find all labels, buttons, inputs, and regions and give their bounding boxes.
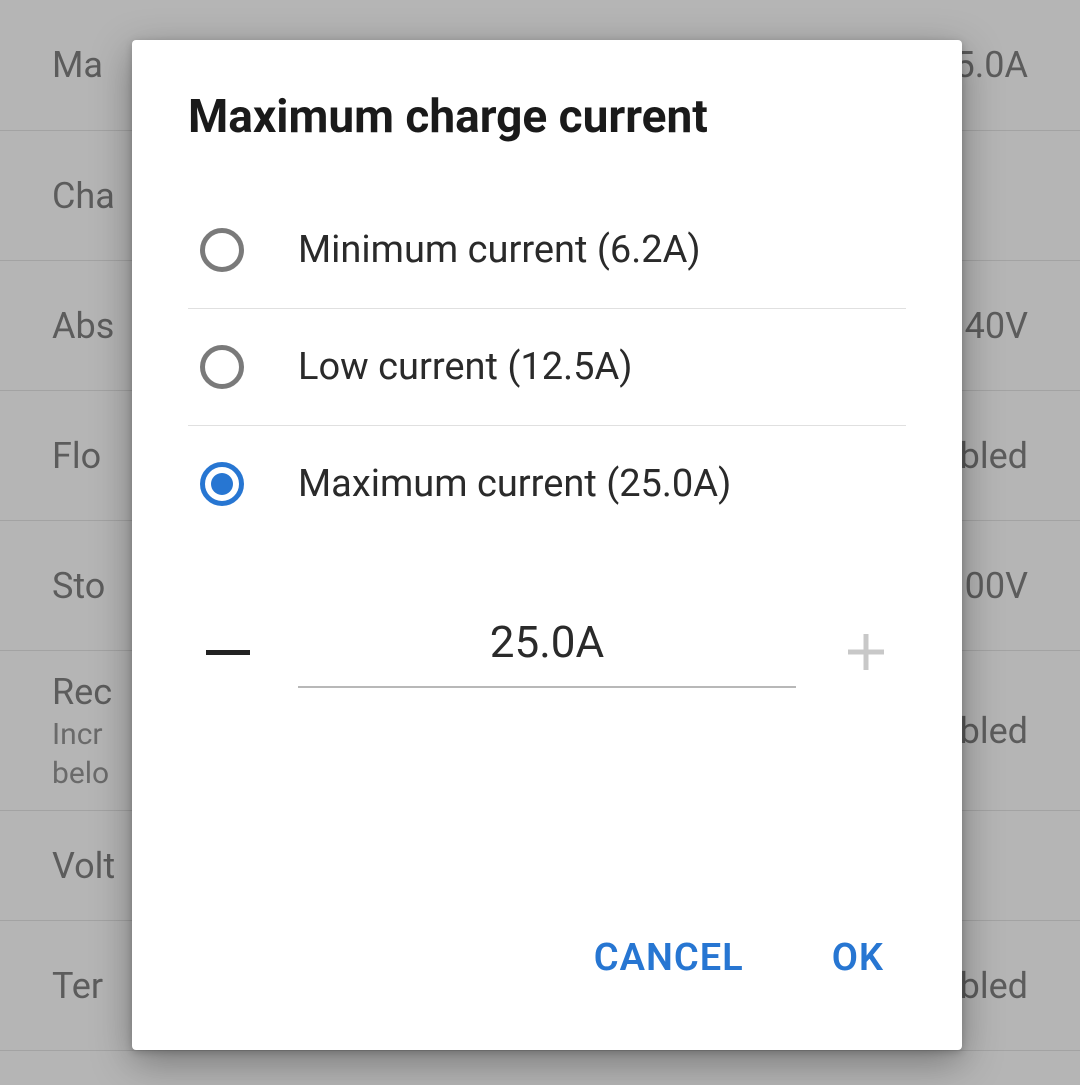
radio-group: Minimum current (6.2A) Low current (12.5… xyxy=(132,192,962,542)
decrement-button[interactable] xyxy=(188,612,268,692)
ok-button[interactable]: OK xyxy=(824,916,892,1000)
radio-icon xyxy=(200,345,244,389)
option-low-current[interactable]: Low current (12.5A) xyxy=(188,309,906,426)
option-label: Maximum current (25.0A) xyxy=(298,462,731,506)
option-maximum-current[interactable]: Maximum current (25.0A) xyxy=(188,426,906,542)
minus-icon xyxy=(206,650,250,655)
option-label: Minimum current (6.2A) xyxy=(298,228,701,272)
plus-icon xyxy=(844,630,888,674)
max-charge-current-dialog: Maximum charge current Minimum current (… xyxy=(132,40,962,1050)
option-label: Low current (12.5A) xyxy=(298,345,632,389)
value-stepper: 25.0A xyxy=(132,542,962,692)
option-minimum-current[interactable]: Minimum current (6.2A) xyxy=(188,192,906,309)
radio-icon xyxy=(200,462,244,506)
dialog-title: Maximum charge current xyxy=(132,90,962,192)
stepper-value: 25.0A xyxy=(490,616,605,668)
increment-button[interactable] xyxy=(826,612,906,692)
radio-icon xyxy=(200,228,244,272)
stepper-value-field[interactable]: 25.0A xyxy=(298,616,796,688)
dialog-actions: CANCEL OK xyxy=(132,916,962,1050)
cancel-button[interactable]: CANCEL xyxy=(586,916,752,1000)
